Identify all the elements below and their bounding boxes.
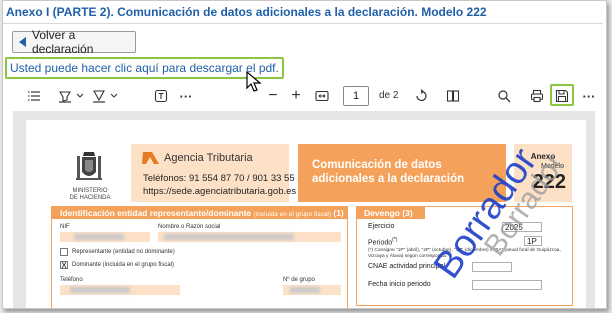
download-pdf-link[interactable]: Usted puede hacer clic aquí para descarg… [5,57,284,79]
identification-heading-note: (incluida en el grupo fiscal) [253,211,331,218]
representante-checkbox[interactable] [60,248,68,256]
agency-phone: Teléfonos: 91 554 87 70 / 901 33 55 33 [143,173,308,184]
identification-heading-num: (1) [333,208,344,218]
identification-heading-text: Identificación entidad representante/dom… [60,208,252,218]
identification-section: Identificación entidad representante/dom… [51,206,348,308]
telefono-label: Teléfono [60,277,83,283]
zoom-in-icon[interactable]: + [288,86,304,106]
back-to-declaration-button[interactable]: Volver a declaración [12,28,136,56]
identification-heading: Identificación entidad representante/dom… [52,207,347,219]
periodo-field[interactable]: 1P [524,236,542,246]
grupo-label: Nº de grupo [283,277,315,283]
periodo-label: Periodo(*) [368,237,397,246]
search-icon[interactable] [495,86,513,106]
coat-of-arms-icon [76,152,102,180]
nif-redacted [74,234,124,240]
nombre-redacted [164,234,294,240]
page-title: Anexo I (PARTE 2). Comunicación de datos… [6,5,487,19]
nif-label: NIF [60,224,70,230]
agency-logo-icon [142,152,159,164]
nombre-label: Nombre o Razón social [158,224,221,230]
page-view-icon[interactable] [444,86,462,106]
highlight-icon[interactable] [57,86,73,106]
zoom-out-icon[interactable]: − [265,86,281,106]
back-arrow-icon [19,37,26,47]
devengo-heading: Devengo (3) [357,207,425,219]
back-button-label: Volver a declaración [32,28,94,56]
pdf-page: MINISTERIO DE HACIENDA Agencia Tributari… [26,120,586,308]
more-icon[interactable]: ··· [177,86,195,106]
pdf-viewer[interactable]: MINISTERIO DE HACIENDA Agencia Tributari… [13,111,595,308]
chevron-down-icon[interactable] [108,86,120,106]
window: Anexo I (PARTE 2). Comunicación de datos… [2,0,607,309]
text-box-icon[interactable] [153,86,169,106]
periodo-note-mark: (*) [392,237,398,243]
representante-label: Representante (entidad no dominante) [72,249,175,255]
contents-icon[interactable] [25,86,43,106]
dominante-label: Dominante (incluida en el grupo fiscal) [72,262,175,268]
ejercicio-label: Ejercicio [368,223,395,230]
title-divider [3,23,603,24]
rotate-icon[interactable] [412,86,430,106]
agency-url: https://sede.agenciatributaria.gob.es [143,186,297,197]
pdf-toolbar: ··· − + 1 de 2 ··· [3,83,603,111]
telefono-redacted [70,287,130,293]
fecha-inicio-field[interactable] [472,280,542,290]
dominante-checkbox[interactable]: X [60,261,68,270]
agency-name: Agencia Tributaria [164,152,253,164]
more-icon[interactable]: ··· [580,86,598,106]
fit-page-icon[interactable] [313,86,331,106]
cnae-field[interactable] [472,262,512,272]
grupo-redacted [290,287,320,293]
periodo-label-text: Periodo [368,239,393,247]
agency-header: Agencia Tributaria Teléfonos: 91 554 87 … [131,144,308,202]
page-total-label: de 2 [379,90,399,101]
page-number-input[interactable]: 1 [343,86,369,106]
save-icon[interactable] [553,86,571,106]
fecha-inicio-label: Fecha inicio periodo [368,281,431,288]
chevron-down-icon[interactable] [74,86,86,106]
print-icon[interactable] [528,86,546,106]
ministerio-label: MINISTERIO DE HACIENDA [69,188,111,201]
draw-icon[interactable] [91,86,107,106]
